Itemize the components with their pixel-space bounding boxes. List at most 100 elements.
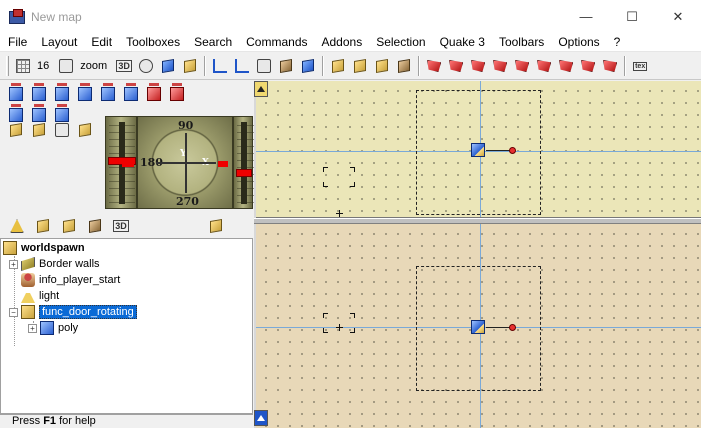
polyhedron-button-4[interactable] — [394, 56, 414, 76]
top-view-button[interactable] — [254, 81, 268, 97]
angle-handle[interactable] — [509, 147, 516, 154]
door-entity[interactable] — [471, 143, 516, 159]
entity-button-1[interactable] — [5, 83, 27, 104]
texture-lock-button[interactable]: tex — [630, 56, 650, 76]
entity-button-8[interactable] — [166, 83, 188, 104]
side-view-button[interactable] — [254, 410, 268, 426]
mirror-button-1[interactable] — [424, 56, 444, 76]
menu-edit[interactable]: Edit — [84, 33, 119, 52]
zoom-button[interactable] — [56, 56, 76, 76]
group-tool-button[interactable] — [254, 56, 274, 76]
linear-button-1[interactable] — [490, 56, 510, 76]
minimize-button[interactable]: — — [563, 0, 609, 33]
resize-tool-button[interactable] — [232, 56, 252, 76]
linear-button-4[interactable] — [556, 56, 576, 76]
scale-icon — [515, 60, 530, 72]
menu-addons[interactable]: Addons — [315, 33, 370, 52]
tree-tool-4[interactable] — [83, 216, 107, 236]
tree-tool-1[interactable] — [5, 216, 29, 236]
tree-expander[interactable]: + — [9, 259, 18, 269]
top-view[interactable] — [256, 81, 701, 218]
brush-button-2[interactable] — [28, 120, 50, 140]
wedge-icon — [78, 122, 91, 138]
tree-item-label-selected: func_door_rotating — [39, 305, 137, 319]
tree-item-poly[interactable]: + poly — [28, 320, 78, 336]
toolbar-separator-4 — [624, 56, 627, 76]
tree-expander[interactable]: + — [28, 323, 37, 333]
tree-tool-5[interactable]: 3D — [109, 216, 133, 236]
tree-toolbar: 3D — [4, 216, 229, 236]
linear-button-2[interactable] — [512, 56, 532, 76]
patch-icon — [54, 123, 69, 137]
angle-line — [486, 150, 511, 151]
tree-item-border-walls[interactable]: + Border walls — [9, 256, 100, 272]
menu-selection[interactable]: Selection — [369, 33, 432, 52]
brush-button-4[interactable] — [74, 120, 96, 140]
menu-file[interactable]: File — [0, 33, 34, 52]
brush-button-3[interactable] — [51, 120, 73, 140]
linear-button-6[interactable] — [600, 56, 620, 76]
3d-view-button[interactable]: 3D — [114, 56, 134, 76]
linear-button-5[interactable] — [578, 56, 598, 76]
close-button[interactable]: ✕ — [655, 0, 701, 33]
entity-icons-row-1 — [4, 83, 188, 104]
angle-compass[interactable]: 90 180 270 Y X — [122, 116, 233, 209]
roll-slider[interactable] — [233, 116, 263, 209]
mirror-button-2[interactable] — [446, 56, 466, 76]
tree-tool-2[interactable] — [31, 216, 55, 236]
tree-item-worldspawn[interactable]: worldspawn — [3, 240, 85, 256]
distort-icon — [603, 60, 618, 72]
angle-line — [486, 327, 511, 328]
entity-button-7[interactable] — [143, 83, 165, 104]
menu-toolbars[interactable]: Toolbars — [492, 33, 551, 52]
menu-bar: File Layout Edit Toolboxes Search Comman… — [0, 33, 701, 52]
textures-button[interactable] — [180, 56, 200, 76]
angle-handle[interactable] — [509, 324, 516, 331]
tree-item-info-player-start[interactable]: info_player_start — [21, 272, 120, 288]
toolbar-grip[interactable] — [6, 56, 9, 76]
roll-slider-knob[interactable] — [236, 169, 252, 177]
menu-commands[interactable]: Commands — [239, 33, 314, 52]
texture-browser-button[interactable] — [136, 56, 156, 76]
camera-bracket[interactable] — [323, 167, 355, 187]
tree-item-light[interactable]: light — [21, 288, 59, 304]
window-controls: — ☐ ✕ — [563, 0, 701, 33]
compass-left-marker — [122, 161, 134, 167]
left-panel: 90 180 270 Y X 3D worldspawn + Border wa… — [0, 81, 263, 414]
face-icon — [63, 218, 75, 234]
grid-button[interactable] — [13, 56, 33, 76]
entity-button-6[interactable] — [120, 83, 142, 104]
tree-tool-6[interactable] — [204, 216, 228, 236]
menu-quake3[interactable]: Quake 3 — [433, 33, 492, 52]
menu-layout[interactable]: Layout — [34, 33, 84, 52]
box-icon — [398, 58, 411, 74]
mirror-icon — [427, 60, 442, 72]
polyhedron-button-1[interactable] — [328, 56, 348, 76]
door-entity[interactable] — [471, 320, 516, 336]
mirror-button-3[interactable] — [468, 56, 488, 76]
menu-help[interactable]: ? — [607, 33, 628, 52]
entity-button-4[interactable] — [74, 83, 96, 104]
brush-button-1[interactable] — [5, 120, 27, 140]
texture-apply-button[interactable] — [298, 56, 318, 76]
tree-expander[interactable]: − — [9, 307, 18, 317]
entity-button-5[interactable] — [97, 83, 119, 104]
models-button[interactable] — [158, 56, 178, 76]
polyhedron-button-3[interactable] — [372, 56, 392, 76]
map-tree-view[interactable]: worldspawn + Border walls info_player_st… — [0, 238, 253, 414]
grid-icon — [16, 59, 30, 73]
menu-toolboxes[interactable]: Toolboxes — [119, 33, 187, 52]
tree-item-func-door-rotating[interactable]: − func_door_rotating — [9, 304, 137, 320]
entity-button-3[interactable] — [51, 83, 73, 104]
maximize-button[interactable]: ☐ — [609, 0, 655, 33]
entity-button-2[interactable] — [28, 83, 50, 104]
linear-button-3[interactable] — [534, 56, 554, 76]
side-view[interactable] — [256, 224, 701, 428]
tree-tool-3[interactable] — [57, 216, 81, 236]
entity-icon — [123, 83, 138, 101]
brush-tool-button[interactable] — [276, 56, 296, 76]
menu-options[interactable]: Options — [551, 33, 606, 52]
select-tool-button[interactable] — [210, 56, 230, 76]
polyhedron-button-2[interactable] — [350, 56, 370, 76]
menu-search[interactable]: Search — [187, 33, 239, 52]
